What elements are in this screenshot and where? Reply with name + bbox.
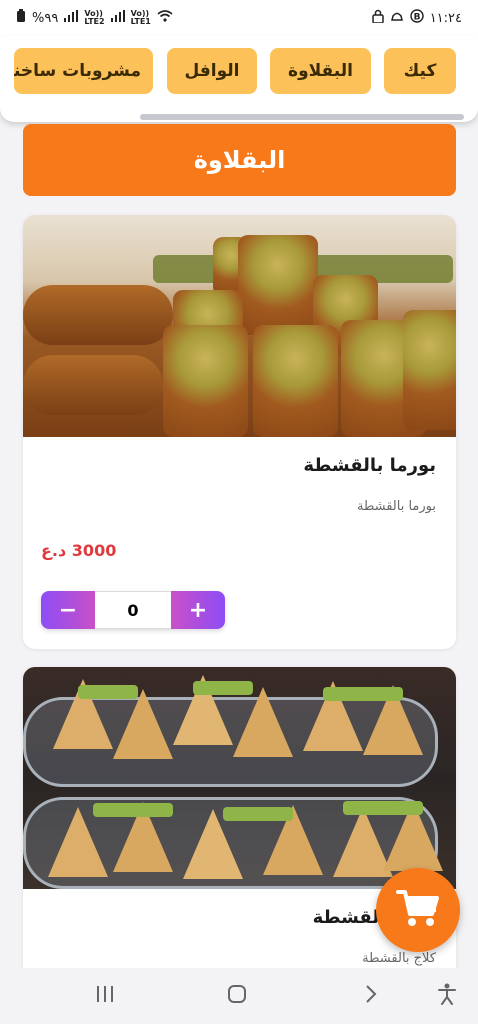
sim-label-2: Vo)) LTE2 [84, 9, 105, 26]
quantity-stepper: − 0 + [41, 591, 225, 629]
cart-icon [396, 888, 440, 932]
category-pill-cake[interactable]: كيك [384, 48, 456, 94]
recents-icon [95, 984, 115, 1008]
back-button[interactable] [356, 982, 386, 1010]
battery-percent: %٩٩ [32, 10, 59, 26]
signal-icon [110, 10, 125, 26]
lock-icon [371, 9, 384, 27]
battery-icon [16, 9, 26, 27]
category-bar: كيك البقلاوة الوافل مشروبات ساخنة [0, 36, 478, 122]
b-badge-icon: B [409, 9, 424, 27]
decrement-button[interactable]: − [41, 591, 95, 629]
accessibility-icon [437, 983, 457, 1010]
home-icon [227, 984, 247, 1009]
category-pill-hot-drinks[interactable]: مشروبات ساخنة [14, 48, 153, 94]
category-pill-baklava[interactable]: البقلاوة [270, 48, 371, 94]
status-left: %٩٩ Vo)) LTE2 Vo)) LTE1 [16, 9, 173, 27]
signal-icon [64, 10, 79, 26]
product-image-klaj [23, 667, 456, 889]
wifi-icon [157, 10, 173, 26]
status-bar: %٩٩ Vo)) LTE2 Vo)) LTE1 B ١١:٢٤ [0, 0, 478, 36]
product-description: كلاج بالقشطة [362, 951, 436, 966]
product-name: بورما بالقشطة [303, 455, 436, 476]
product-card[interactable]: بورما بالقشطة بورما بالقشطة 3000 د.ع − 0… [23, 215, 456, 649]
increment-button[interactable]: + [171, 591, 225, 629]
category-scrollbar[interactable] [140, 114, 464, 120]
quantity-value: 0 [95, 591, 171, 629]
category-pill-waffle[interactable]: الوافل [167, 48, 257, 94]
cart-button[interactable] [376, 868, 460, 952]
product-description: بورما بالقشطة [356, 499, 436, 514]
section-title: البقلاوة [23, 124, 456, 196]
chevron-right-icon [364, 984, 378, 1009]
home-button[interactable] [222, 982, 252, 1010]
svg-text:B: B [413, 13, 420, 23]
system-nav-bar [0, 968, 478, 1024]
status-time: ١١:٢٤ [429, 10, 462, 26]
alarm-icon [390, 10, 404, 26]
product-image-burma [23, 215, 456, 437]
status-right: B ١١:٢٤ [371, 9, 462, 27]
sim-label-1: Vo)) LTE1 [130, 9, 151, 26]
accessibility-button[interactable] [432, 982, 462, 1010]
recent-apps-button[interactable] [90, 982, 120, 1010]
product-price: 3000 د.ع [41, 541, 117, 560]
